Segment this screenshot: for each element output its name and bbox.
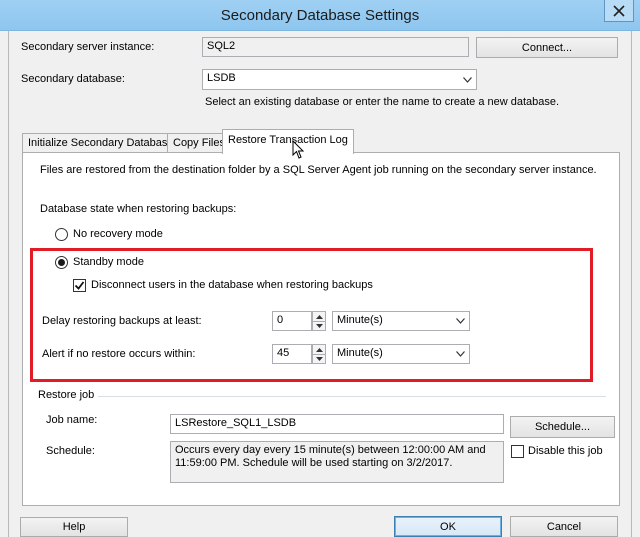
schedule-text: Occurs every day every 15 minute(s) betw… [170, 441, 504, 483]
secondary-database-hint: Select an existing database or enter the… [205, 96, 560, 108]
close-icon [613, 4, 625, 17]
schedule-label: Schedule: [46, 445, 95, 457]
alert-unit-value: Minute(s) [337, 347, 383, 359]
spin-up-icon[interactable] [313, 345, 325, 354]
delay-value-input[interactable]: 0 [272, 311, 312, 331]
job-name-input[interactable]: LSRestore_SQL1_LSDB [170, 414, 504, 434]
secondary-database-combo[interactable]: LSDB [202, 69, 477, 90]
connect-button[interactable]: Connect... [476, 37, 618, 58]
disconnect-users-checkbox[interactable] [73, 279, 86, 292]
no-recovery-label: No recovery mode [73, 228, 163, 240]
restore-description: Files are restored from the destination … [40, 164, 597, 176]
alert-spinner[interactable] [312, 344, 326, 364]
mouse-cursor-icon [292, 140, 305, 159]
standby-radio[interactable] [55, 256, 68, 269]
chevron-down-icon[interactable] [452, 312, 469, 330]
no-recovery-radio[interactable] [55, 228, 68, 241]
disable-job-label: Disable this job [528, 445, 603, 457]
schedule-button[interactable]: Schedule... [510, 416, 615, 438]
disable-job-checkbox[interactable] [511, 445, 524, 458]
ok-button[interactable]: OK [394, 516, 502, 537]
close-button[interactable] [604, 0, 634, 22]
checkmark-icon [74, 281, 85, 290]
standby-label: Standby mode [73, 256, 144, 268]
spin-down-icon[interactable] [313, 354, 325, 363]
chevron-down-icon[interactable] [459, 70, 476, 89]
secondary-database-label: Secondary database: [21, 73, 125, 85]
delay-label: Delay restoring backups at least: [42, 315, 202, 327]
alert-unit-combo[interactable]: Minute(s) [332, 344, 470, 364]
secondary-database-value: LSDB [207, 72, 236, 84]
group-divider [98, 396, 606, 397]
secondary-server-label: Secondary server instance: [21, 41, 155, 53]
window-title: Secondary Database Settings [220, 7, 420, 24]
delay-unit-value: Minute(s) [337, 314, 383, 326]
cancel-button[interactable]: Cancel [510, 516, 618, 537]
tab-restore-transaction-log[interactable]: Restore Transaction Log [222, 129, 354, 154]
database-state-label: Database state when restoring backups: [40, 203, 237, 215]
disconnect-users-label: Disconnect users in the database when re… [91, 279, 373, 291]
job-name-label: Job name: [46, 414, 98, 426]
spin-down-icon[interactable] [313, 321, 325, 330]
chevron-down-icon[interactable] [452, 345, 469, 363]
alert-value-input[interactable]: 45 [272, 344, 312, 364]
help-button[interactable]: Help [20, 517, 128, 537]
alert-label: Alert if no restore occurs within: [42, 348, 196, 360]
spin-up-icon[interactable] [313, 312, 325, 321]
secondary-server-field: SQL2 [202, 37, 469, 57]
delay-spinner[interactable] [312, 311, 326, 331]
tab-initialize-secondary-database[interactable]: Initialize Secondary Database [22, 133, 180, 152]
delay-unit-combo[interactable]: Minute(s) [332, 311, 470, 331]
restore-job-group-label: Restore job [38, 389, 95, 401]
radio-selected-dot [58, 259, 65, 266]
